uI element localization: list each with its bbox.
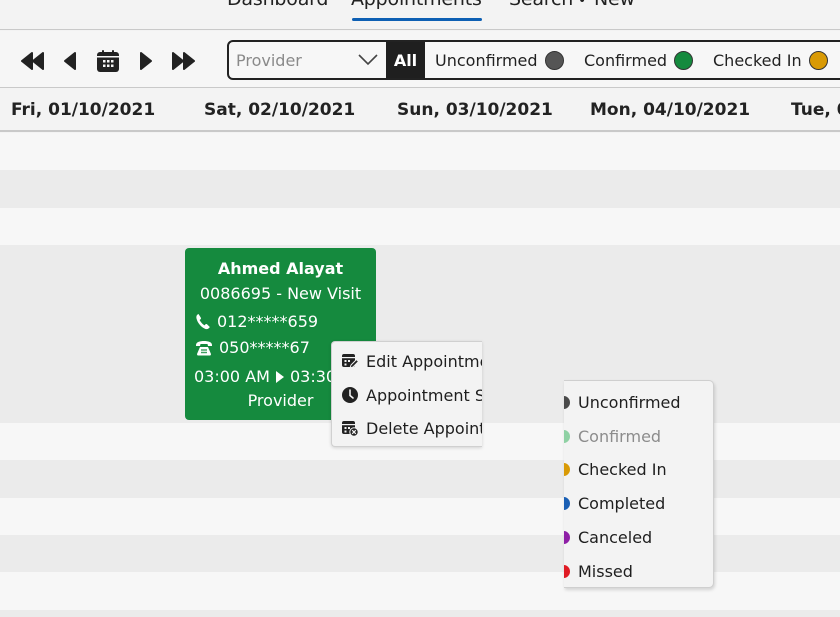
landline-number: 050*****67 — [195, 338, 310, 357]
clock-icon — [342, 387, 358, 403]
appointment-status-menu-item[interactable]: Appointment Status — [332, 380, 482, 410]
patient-name: Ahmed Alayat — [217, 259, 344, 278]
status-unconfirmed-item[interactable]: Unconfirmed — [564, 387, 713, 417]
checked-in-dot-icon — [808, 50, 828, 70]
time-slot-row[interactable] — [0, 535, 840, 572]
calendar-button[interactable] — [94, 49, 122, 73]
delete-appointment-menu-item[interactable]: Delete Appointment — [332, 413, 482, 443]
filter-label: Unconfirmed — [435, 50, 538, 70]
status-label: Unconfirmed — [578, 392, 681, 412]
active-tab-indicator — [352, 18, 482, 21]
toolbar: Provider All Unconfirmed Confirmed Check… — [0, 31, 840, 88]
double-chevron-left-icon — [21, 52, 44, 70]
double-chevron-right-icon — [172, 52, 195, 70]
completed-dot-icon — [564, 496, 570, 510]
mobile-text: 012*****659 — [217, 312, 319, 331]
filter-unconfirmed[interactable]: Unconfirmed — [435, 42, 564, 78]
time-slot-row[interactable] — [0, 133, 840, 170]
nav-search[interactable]: Search — [509, 0, 573, 10]
date-column-header[interactable]: Fri, 01/10/2021 — [11, 100, 155, 120]
triangle-left-icon — [64, 52, 76, 70]
nav-dashboard[interactable]: Dashboard — [227, 0, 328, 10]
missed-dot-icon — [564, 564, 570, 578]
start-time: 03:00 AM — [194, 367, 270, 386]
time-slot-row[interactable] — [0, 170, 840, 208]
time-slot-row[interactable] — [0, 498, 840, 535]
status-checked-in-item[interactable]: Checked In — [564, 454, 713, 484]
menu-item-label: Edit Appointment — [366, 351, 482, 371]
triangle-right-icon — [140, 52, 152, 70]
time-slot-row[interactable] — [0, 460, 840, 498]
filter-all-button[interactable]: All — [386, 42, 425, 78]
nav-separator: • — [578, 0, 587, 9]
menu-item-label: Appointment Status — [366, 385, 482, 405]
confirmed-dot-icon — [674, 50, 694, 70]
filter-label: Confirmed — [584, 50, 668, 70]
status-label: Completed — [578, 493, 666, 513]
status-label: Canceled — [578, 527, 653, 547]
status-label: Checked In — [578, 459, 667, 479]
chevron-down-icon — [358, 54, 378, 66]
date-column-header[interactable]: Tue, 05/10/2021 — [791, 100, 840, 120]
landline-text: 050*****67 — [219, 338, 310, 357]
filter-label: Checked In — [713, 50, 802, 70]
fast-backward-button[interactable] — [19, 49, 47, 73]
filter-confirmed[interactable]: Confirmed — [584, 42, 694, 78]
unconfirmed-dot-icon — [564, 395, 570, 409]
fast-forward-button[interactable] — [169, 49, 197, 73]
next-button[interactable] — [132, 49, 160, 73]
date-column-header[interactable]: Sun, 03/10/2021 — [397, 100, 553, 120]
status-missed-item[interactable]: Missed — [564, 556, 713, 586]
phone-icon — [196, 314, 210, 330]
provider-dropdown[interactable]: Provider — [229, 42, 386, 78]
canceled-dot-icon — [564, 530, 570, 544]
status-completed-item[interactable]: Completed — [564, 488, 713, 518]
nav-new[interactable]: New — [594, 0, 635, 10]
visit-info: 0086695 - New Visit — [199, 284, 362, 303]
calendar-edit-icon — [342, 354, 359, 369]
edit-appointment-menu-item[interactable]: Edit Appointment — [332, 346, 482, 376]
status-confirmed-item[interactable]: Confirmed — [564, 421, 713, 451]
telephone-icon — [196, 340, 212, 355]
time-slot-row[interactable] — [0, 572, 840, 610]
provider-placeholder: Provider — [236, 50, 302, 70]
status-label: Confirmed — [578, 426, 662, 446]
nav-appointments[interactable]: Appointments — [351, 0, 482, 10]
filter-checked-in[interactable]: Checked In — [713, 42, 828, 78]
appointment-status-submenu: Unconfirmed Confirmed Checked In Complet… — [564, 380, 714, 588]
calendar-icon — [97, 50, 119, 72]
status-canceled-item[interactable]: Canceled — [564, 522, 713, 552]
date-column-header[interactable]: Mon, 04/10/2021 — [590, 100, 750, 120]
time-slot-row[interactable] — [0, 610, 840, 617]
status-label: Missed — [578, 561, 633, 581]
menu-item-label: Delete Appointment — [366, 418, 482, 438]
previous-button[interactable] — [56, 49, 84, 73]
confirmed-dot-icon — [564, 429, 570, 443]
date-column-header[interactable]: Sat, 02/10/2021 — [204, 100, 355, 120]
top-navigation: Dashboard Appointments Search • New — [0, 0, 840, 30]
checked-in-dot-icon — [564, 462, 570, 476]
mobile-number: 012*****659 — [195, 312, 318, 331]
calendar-delete-icon — [342, 421, 359, 437]
arrow-right-icon — [275, 370, 284, 383]
unconfirmed-dot-icon — [544, 50, 564, 70]
appointment-context-menu: Edit Appointment Appointment Status Dele… — [331, 341, 482, 447]
time-slot-row[interactable] — [0, 208, 840, 245]
status-filter-bar: Provider All Unconfirmed Confirmed Check… — [227, 40, 840, 80]
date-header: Fri, 01/10/2021 Sat, 02/10/2021 Sun, 03/… — [0, 89, 840, 132]
